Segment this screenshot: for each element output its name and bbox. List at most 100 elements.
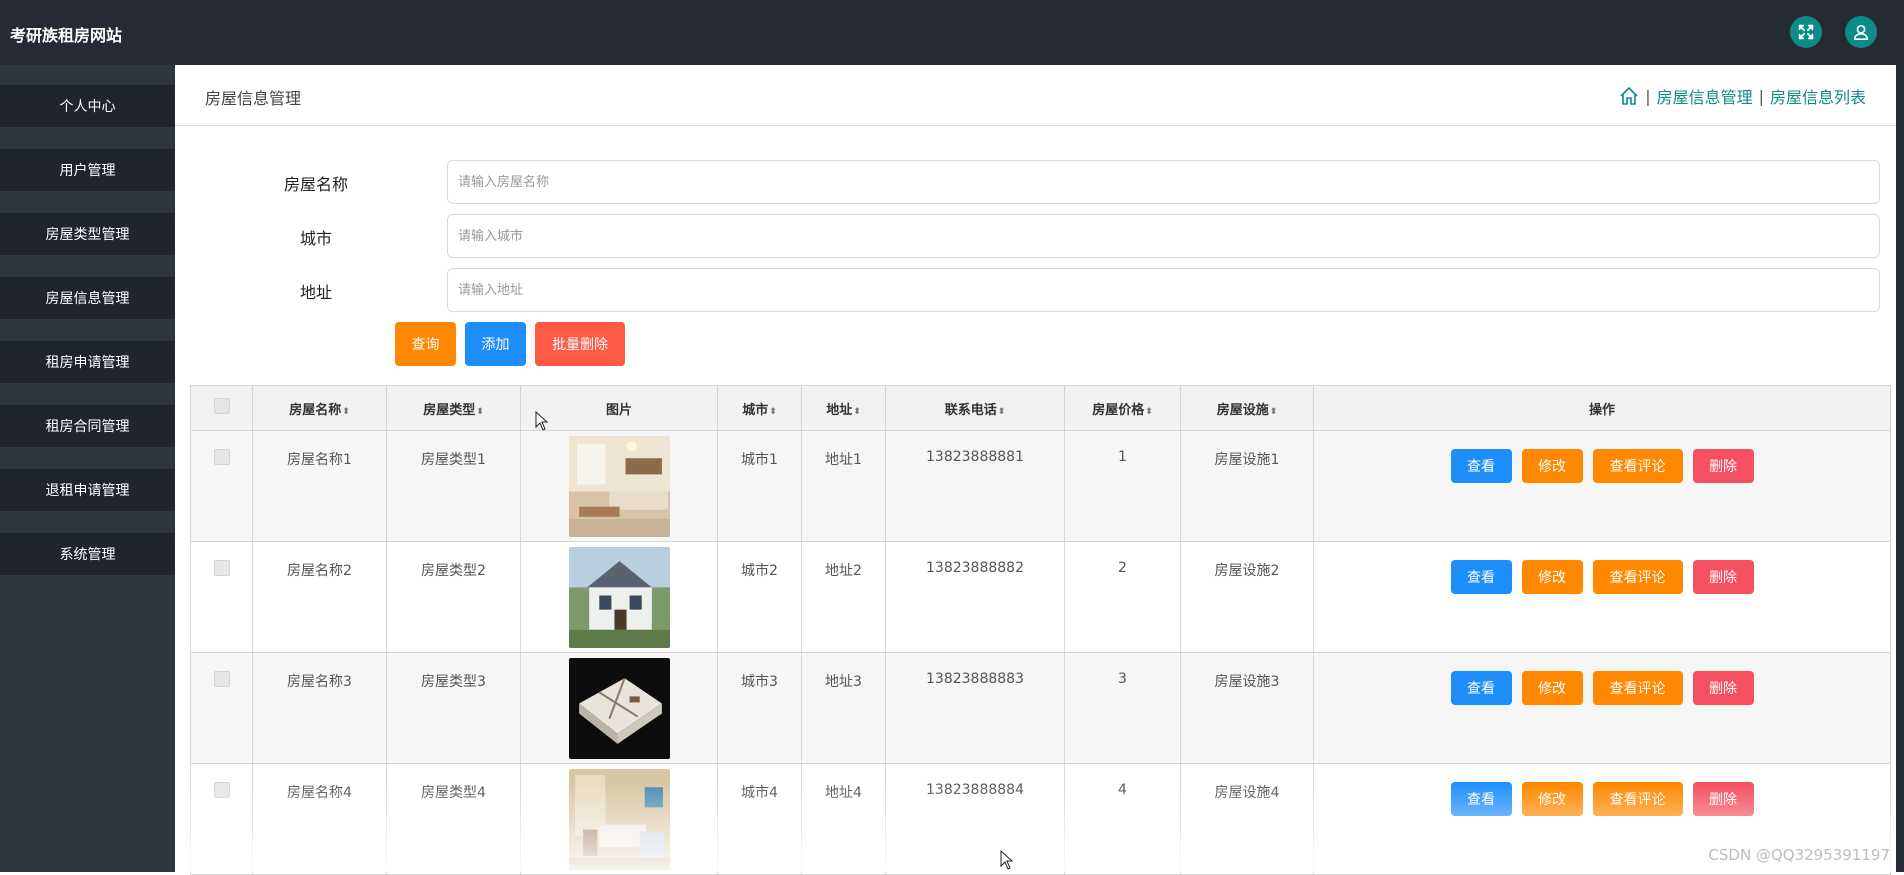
select-all-checkbox[interactable]	[214, 398, 230, 414]
sort-icon: ⬍	[342, 407, 350, 417]
view-button[interactable]: 查看	[1451, 449, 1512, 483]
delete-button[interactable]: 删除	[1693, 449, 1754, 483]
living-room-photo[interactable]	[569, 436, 670, 537]
house-name-cell: 房屋名称4	[253, 764, 387, 875]
house-type-cell: 房屋类型1	[387, 431, 521, 542]
view-comments-button[interactable]: 查看评论	[1593, 449, 1683, 483]
window-edge	[1896, 0, 1904, 872]
edit-button[interactable]: 修改	[1522, 449, 1583, 483]
price-cell: 1	[1065, 431, 1181, 542]
house-name-label: 房屋名称	[256, 171, 376, 195]
select-all-header	[191, 386, 253, 431]
house-name-input[interactable]	[447, 160, 1880, 204]
row-select-cell	[191, 653, 253, 764]
floorplan-3d-photo[interactable]	[569, 658, 670, 759]
view-comments-button[interactable]: 查看评论	[1593, 671, 1683, 705]
image-cell	[521, 431, 718, 542]
batch-delete-button[interactable]: 批量删除	[535, 322, 625, 366]
address-cell: 地址1	[802, 431, 886, 542]
actions-cell: 查看 修改 查看评论 删除	[1314, 653, 1891, 764]
column-header-price[interactable]: 房屋价格⬍	[1065, 386, 1181, 431]
column-header-house-type[interactable]: 房屋类型⬍	[387, 386, 521, 431]
sidebar-item-personal-center[interactable]: 个人中心	[0, 85, 175, 127]
view-button[interactable]: 查看	[1451, 782, 1512, 816]
view-button[interactable]: 查看	[1451, 671, 1512, 705]
breadcrumb-separator: |	[1645, 87, 1650, 106]
house-table: 房屋名称⬍ 房屋类型⬍ 图片 城市⬍ 地址⬍ 联系电话⬍ 房屋价格⬍ 房屋设施⬍…	[190, 385, 1890, 875]
city-cell: 城市1	[718, 431, 802, 542]
edit-button[interactable]: 修改	[1522, 560, 1583, 594]
watermark: CSDN @QQ3295391197	[1708, 846, 1890, 864]
column-header-house-name[interactable]: 房屋名称⬍	[253, 386, 387, 431]
table-row: 房屋名称1 房屋类型1	[191, 431, 1891, 542]
price-cell: 2	[1065, 542, 1181, 653]
price-cell: 3	[1065, 653, 1181, 764]
city-label: 城市	[256, 225, 376, 249]
row-select-cell	[191, 764, 253, 875]
sidebar-item-house-info-management[interactable]: 房屋信息管理	[0, 277, 175, 319]
breadcrumb-bar: 房屋信息管理 | 房屋信息管理 | 房屋信息列表	[175, 65, 1896, 126]
phone-cell: 13823888883	[886, 653, 1065, 764]
bedroom-photo[interactable]	[569, 769, 670, 870]
sidebar-item-checkout-application-management[interactable]: 退租申请管理	[0, 469, 175, 511]
actions-cell: 查看 修改 查看评论 删除	[1314, 542, 1891, 653]
add-button[interactable]: 添加	[465, 322, 526, 366]
house-type-cell: 房屋类型3	[387, 653, 521, 764]
house-name-cell: 房屋名称1	[253, 431, 387, 542]
sort-icon: ⬍	[769, 407, 777, 417]
row-checkbox[interactable]	[214, 671, 230, 687]
edit-button[interactable]: 修改	[1522, 782, 1583, 816]
image-cell	[521, 653, 718, 764]
user-icon[interactable]	[1845, 16, 1877, 48]
query-button[interactable]: 查询	[395, 322, 456, 366]
fullscreen-icon[interactable]	[1790, 16, 1822, 48]
sort-icon: ⬍	[853, 407, 861, 417]
price-cell: 4	[1065, 764, 1181, 875]
breadcrumb-link-house-info-management[interactable]: 房屋信息管理	[1657, 84, 1753, 108]
column-header-facility[interactable]: 房屋设施⬍	[1181, 386, 1314, 431]
delete-button[interactable]: 删除	[1693, 560, 1754, 594]
address-cell: 地址3	[802, 653, 886, 764]
page-title: 房屋信息管理	[205, 85, 301, 109]
actions-cell: 查看 修改 查看评论 删除	[1314, 431, 1891, 542]
sort-icon: ⬍	[998, 407, 1006, 417]
facility-cell: 房屋设施3	[1181, 653, 1314, 764]
delete-button[interactable]: 删除	[1693, 782, 1754, 816]
row-checkbox[interactable]	[214, 560, 230, 576]
edit-button[interactable]: 修改	[1522, 671, 1583, 705]
mouse-cursor-icon	[535, 411, 549, 431]
view-button[interactable]: 查看	[1451, 560, 1512, 594]
table-row: 房屋名称3 房屋类型3 城市3 地	[191, 653, 1891, 764]
city-input[interactable]	[447, 214, 1880, 258]
delete-button[interactable]: 删除	[1693, 671, 1754, 705]
house-name-cell: 房屋名称2	[253, 542, 387, 653]
sidebar-item-system-management[interactable]: 系统管理	[0, 533, 175, 575]
house-type-cell: 房屋类型2	[387, 542, 521, 653]
main-content: 房屋信息管理 | 房屋信息管理 | 房屋信息列表 房屋名称 城市 地址 查询 添…	[175, 65, 1896, 872]
sidebar-item-rental-contract-management[interactable]: 租房合同管理	[0, 405, 175, 447]
sidebar-item-house-type-management[interactable]: 房屋类型管理	[0, 213, 175, 255]
row-checkbox[interactable]	[214, 782, 230, 798]
view-comments-button[interactable]: 查看评论	[1593, 782, 1683, 816]
sidebar-item-user-management[interactable]: 用户管理	[0, 149, 175, 191]
column-header-address[interactable]: 地址⬍	[802, 386, 886, 431]
view-comments-button[interactable]: 查看评论	[1593, 560, 1683, 594]
table-row: 房屋名称2 房屋类型2	[191, 542, 1891, 653]
sidebar-item-rental-application-management[interactable]: 租房申请管理	[0, 341, 175, 383]
city-cell: 城市2	[718, 542, 802, 653]
image-cell	[521, 764, 718, 875]
image-cell	[521, 542, 718, 653]
house-exterior-photo[interactable]	[569, 547, 670, 648]
mouse-cursor-icon	[1000, 850, 1014, 870]
address-input[interactable]	[447, 268, 1880, 312]
sort-icon: ⬍	[1145, 407, 1153, 417]
facility-cell: 房屋设施2	[1181, 542, 1314, 653]
home-icon[interactable]	[1619, 86, 1639, 106]
column-header-phone[interactable]: 联系电话⬍	[886, 386, 1065, 431]
column-header-city[interactable]: 城市⬍	[718, 386, 802, 431]
row-checkbox[interactable]	[214, 449, 230, 465]
house-name-cell: 房屋名称3	[253, 653, 387, 764]
table-header-row: 房屋名称⬍ 房屋类型⬍ 图片 城市⬍ 地址⬍ 联系电话⬍ 房屋价格⬍ 房屋设施⬍…	[191, 386, 1891, 431]
breadcrumb: | 房屋信息管理 | 房屋信息列表	[1619, 84, 1866, 108]
address-cell: 地址4	[802, 764, 886, 875]
